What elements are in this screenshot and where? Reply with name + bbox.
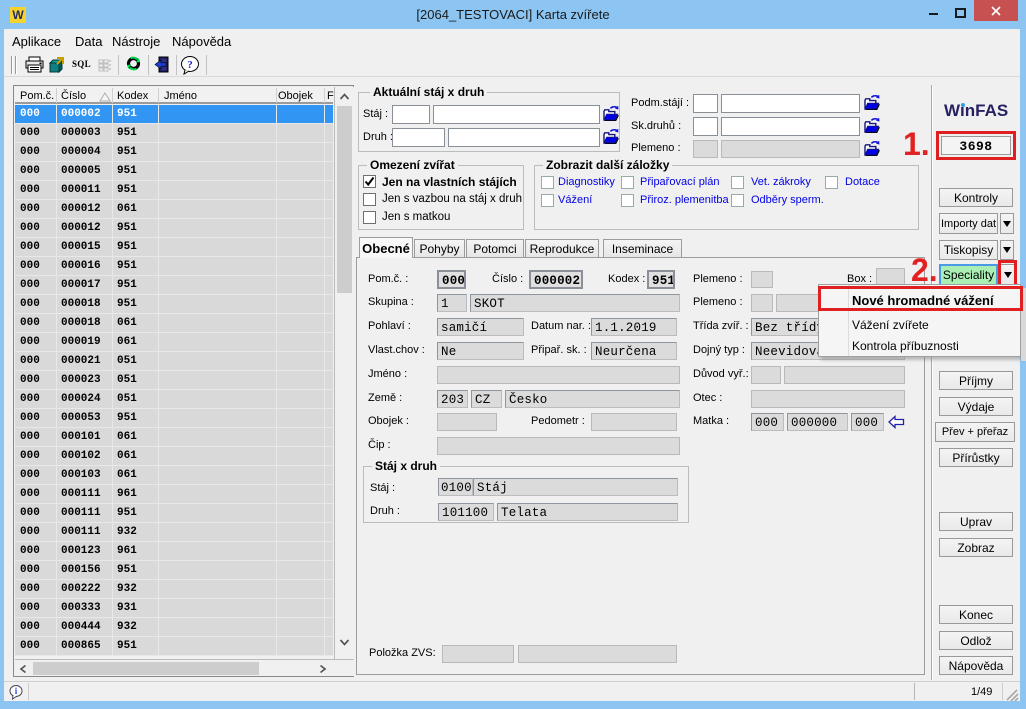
svg-text:?: ? bbox=[187, 59, 193, 71]
